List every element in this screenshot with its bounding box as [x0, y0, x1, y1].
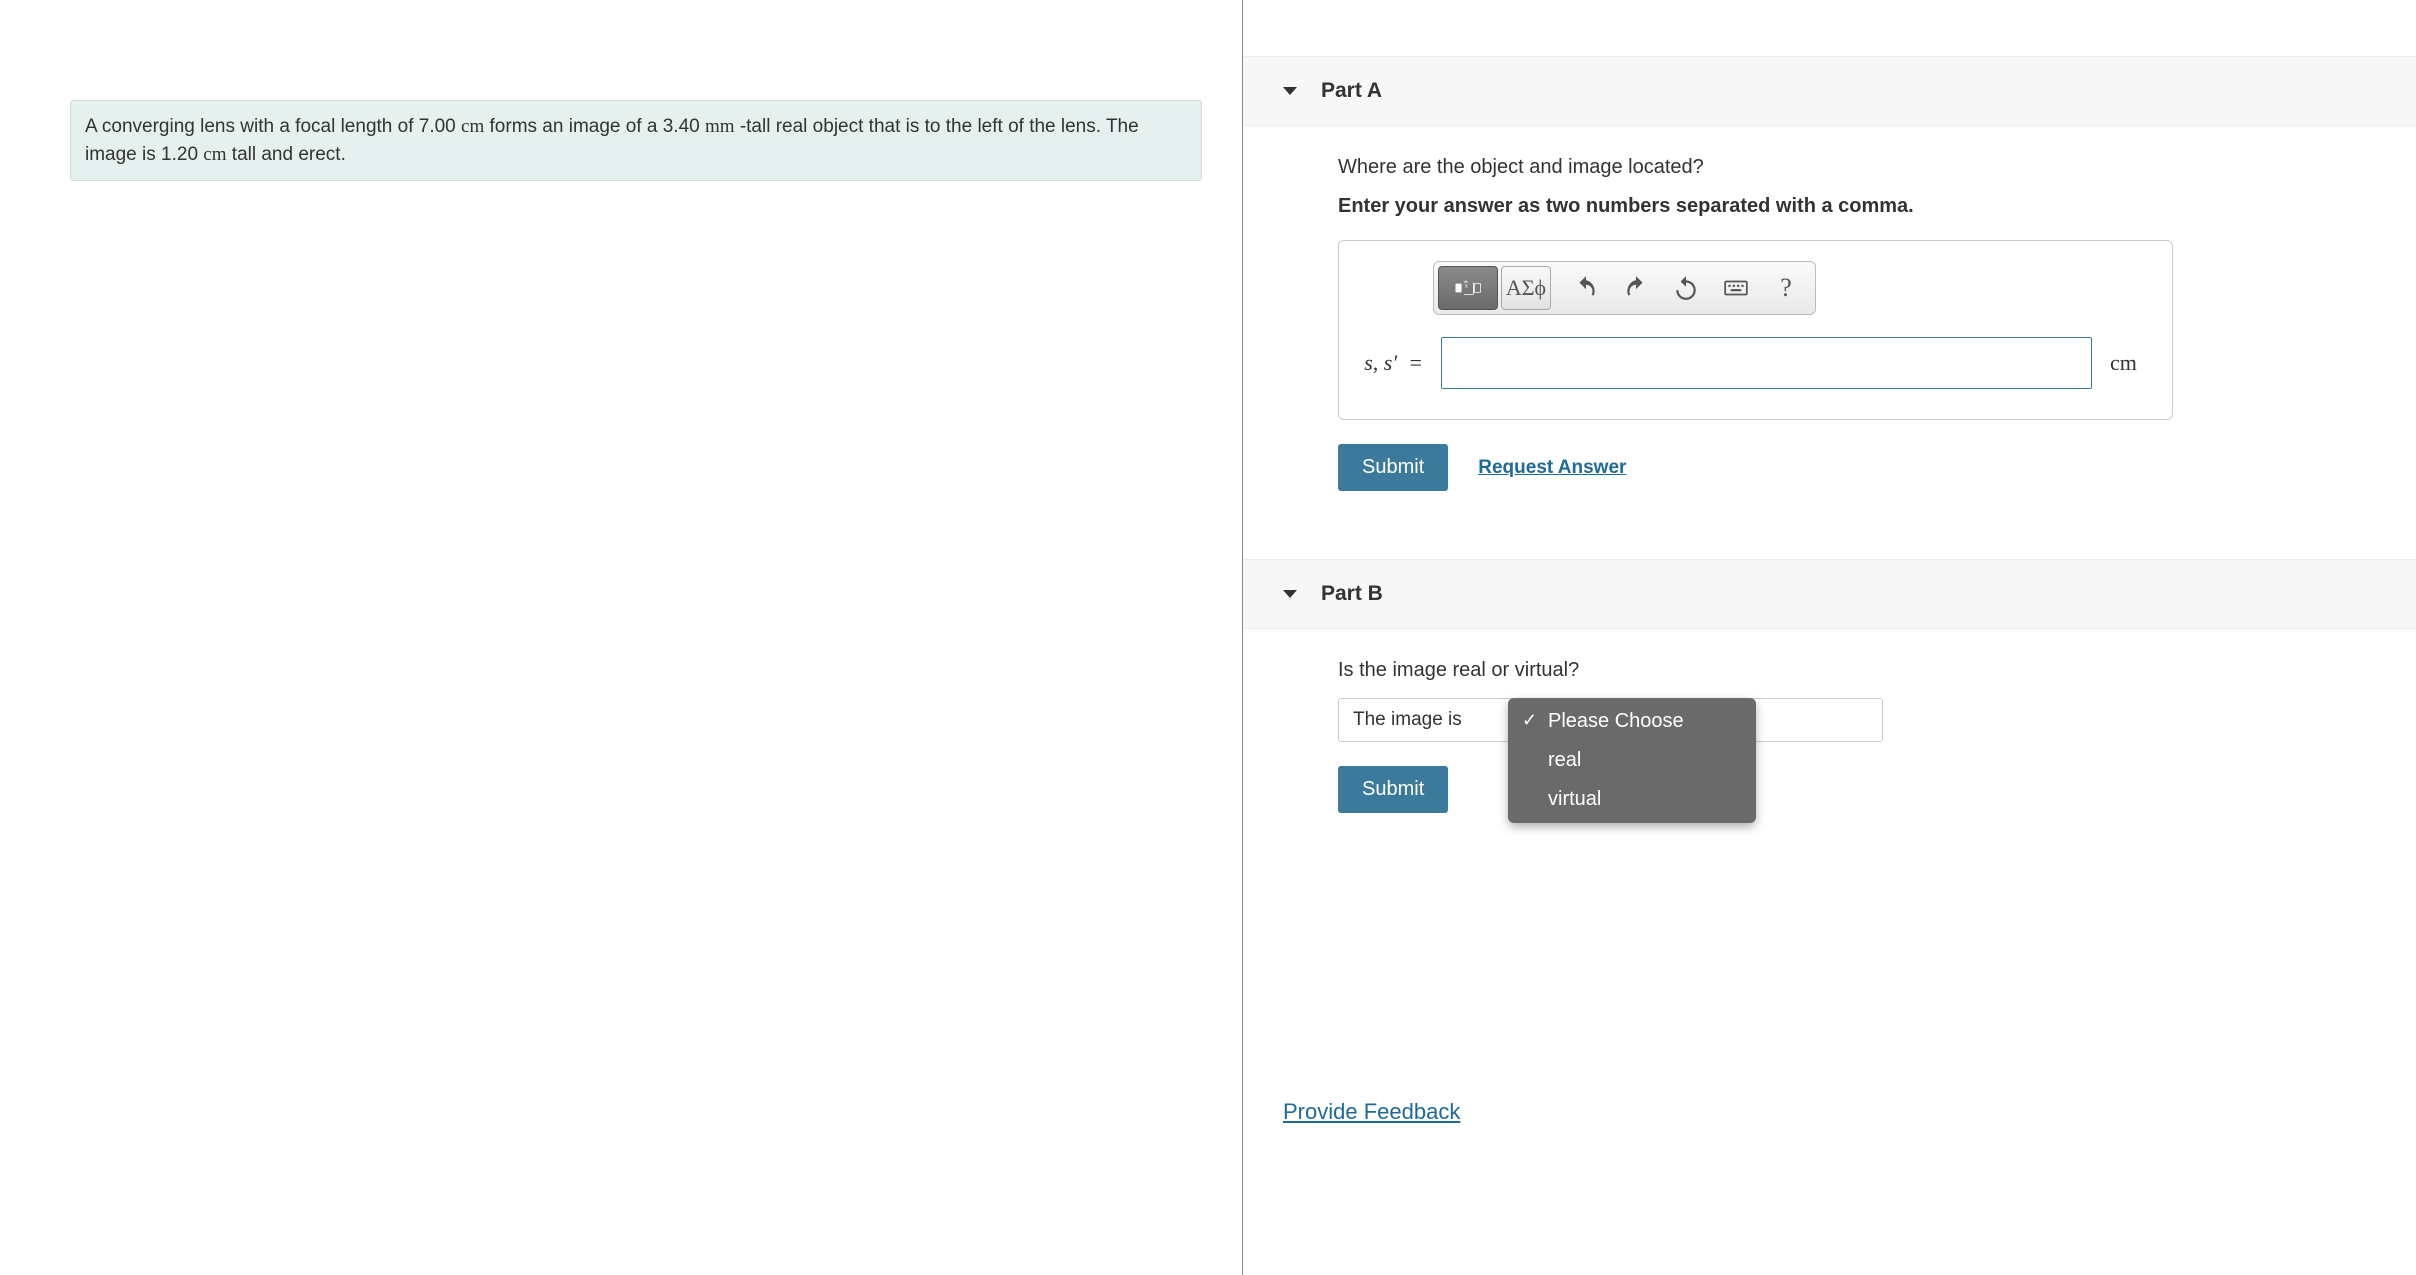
part-a-section: Part A Where are the object and image lo…: [1243, 56, 2416, 521]
part-b-section: Part B Is the image real or virtual? The…: [1243, 559, 2416, 843]
dropdown-placeholder[interactable]: Please Choose: [1508, 702, 1756, 741]
select-row: The image is Please Choose real virtual: [1338, 698, 2356, 742]
problem-text-1: A converging lens with a focal length of…: [85, 116, 461, 137]
dropdown-option-real[interactable]: real: [1508, 741, 1756, 780]
request-answer-link[interactable]: Request Answer: [1478, 457, 1626, 479]
keyboard-icon[interactable]: [1711, 266, 1761, 310]
part-b-title: Part B: [1321, 582, 1383, 606]
problem-unit-3: cm: [203, 144, 226, 165]
part-b-body: Is the image real or virtual? The image …: [1243, 629, 2416, 843]
answer-box: x ΑΣϕ: [1338, 240, 2173, 420]
answer-unit: cm: [2110, 350, 2148, 376]
answer-panel: Part A Where are the object and image lo…: [1243, 0, 2416, 1275]
problem-text-2: forms an image of a 3.40: [484, 116, 705, 137]
part-a-instruction: Enter your answer as two numbers separat…: [1338, 195, 2356, 218]
redo-icon[interactable]: [1611, 266, 1661, 310]
answer-input[interactable]: [1441, 337, 2092, 389]
provide-feedback-link[interactable]: Provide Feedback: [1283, 1099, 1460, 1125]
reset-icon[interactable]: [1661, 266, 1711, 310]
part-a-body: Where are the object and image located? …: [1243, 126, 2416, 521]
part-a-title: Part A: [1321, 79, 1382, 103]
chevron-down-icon: [1283, 590, 1297, 598]
answer-label: s, s′ =: [1363, 350, 1423, 376]
problem-unit-1: cm: [461, 116, 484, 137]
part-b-header[interactable]: Part B: [1243, 559, 2416, 629]
select-prefix: The image is: [1353, 709, 1462, 731]
dropdown-option-virtual[interactable]: virtual: [1508, 780, 1756, 819]
template-icon[interactable]: x: [1438, 266, 1498, 310]
problem-text-4: tall and erect.: [227, 144, 346, 165]
svg-text:x: x: [1465, 282, 1469, 289]
undo-icon[interactable]: [1561, 266, 1611, 310]
problem-unit-2: mm: [705, 116, 735, 137]
part-a-header[interactable]: Part A: [1243, 56, 2416, 126]
help-icon[interactable]: ?: [1761, 266, 1811, 310]
problem-statement: A converging lens with a focal length of…: [70, 100, 1202, 181]
dropdown-menu: Please Choose real virtual: [1508, 698, 1756, 823]
part-a-question: Where are the object and image located?: [1338, 156, 2356, 179]
submit-button[interactable]: Submit: [1338, 766, 1448, 813]
part-b-question: Is the image real or virtual?: [1338, 659, 2356, 682]
answer-row: s, s′ = cm: [1363, 337, 2148, 389]
greek-button[interactable]: ΑΣϕ: [1501, 266, 1551, 310]
main-container: A converging lens with a focal length of…: [0, 0, 2416, 1275]
part-a-actions: Submit Request Answer: [1338, 444, 2356, 491]
part-b-actions: Submit: [1338, 766, 2356, 813]
chevron-down-icon: [1283, 87, 1297, 95]
problem-panel: A converging lens with a focal length of…: [0, 0, 1243, 1275]
submit-button[interactable]: Submit: [1338, 444, 1448, 491]
equation-toolbar: x ΑΣϕ: [1433, 261, 1816, 315]
